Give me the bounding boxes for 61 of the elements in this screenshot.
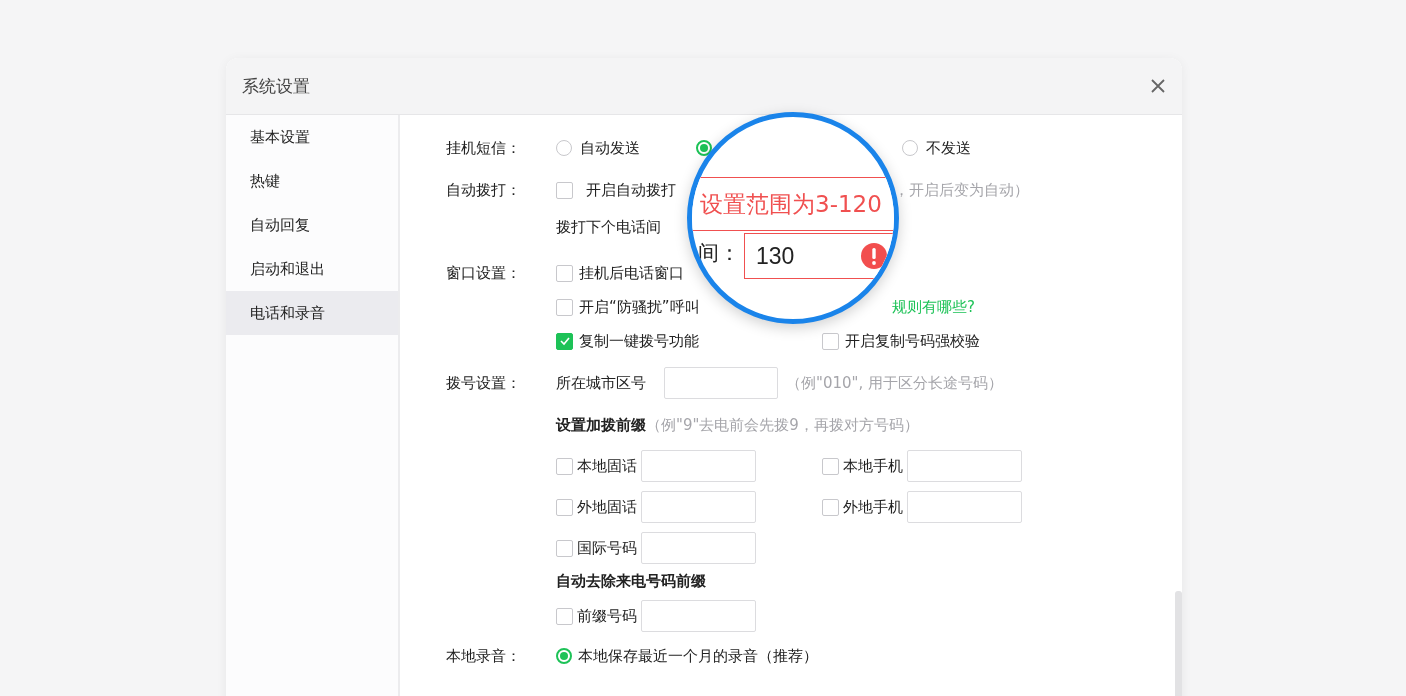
radio-button[interactable] — [556, 648, 572, 664]
scrollbar[interactable] — [1175, 591, 1182, 696]
prefix-field[interactable] — [907, 450, 1022, 482]
section-title: 自动去除来电号码前缀 — [556, 571, 706, 591]
section-title: 设置加拨前缀 — [556, 415, 646, 435]
error-icon — [861, 243, 887, 269]
checkbox[interactable] — [556, 181, 573, 199]
field-label: 窗口设置： — [446, 263, 522, 283]
field-label: 挂机短信： — [446, 138, 522, 158]
checkbox-label: 国际号码 — [577, 538, 637, 558]
radio-label: 不发送 — [926, 138, 971, 158]
checkbox[interactable] — [556, 457, 573, 475]
checkbox[interactable] — [822, 498, 839, 516]
prefix-field[interactable] — [907, 491, 1022, 523]
checkbox-label: 本地固话 — [577, 456, 637, 476]
prefix-field[interactable] — [641, 450, 756, 482]
sidebar-item[interactable]: 自动回复 — [226, 203, 398, 247]
checkbox-label: 开启自动拨打 — [586, 180, 676, 200]
checkbox[interactable] — [556, 264, 573, 282]
close-icon[interactable] — [1150, 78, 1166, 94]
interval-label: 拨打下个电话间 — [556, 217, 661, 237]
checkbox[interactable] — [822, 457, 839, 475]
prefix-field[interactable] — [641, 600, 756, 632]
checkbox[interactable] — [556, 298, 573, 316]
prefix-field[interactable] — [641, 532, 756, 564]
field-label: 本地录音： — [446, 646, 522, 666]
check-icon — [558, 335, 571, 347]
checkbox[interactable] — [556, 498, 573, 516]
checkbox-label: 挂机后电话窗口 — [579, 263, 684, 283]
field-label: 拨号设置： — [446, 373, 522, 393]
sidebar-item[interactable]: 热键 — [226, 159, 398, 203]
checkbox[interactable] — [556, 539, 573, 557]
checkbox-label: 本地手机 — [843, 456, 903, 476]
checkbox[interactable] — [556, 332, 573, 350]
radio-button[interactable] — [556, 140, 572, 156]
checkbox-label: 复制一键拨号功能 — [579, 331, 699, 351]
error-message: 设置范围为3-120 — [700, 189, 882, 219]
sidebar-item[interactable]: 电话和录音 — [226, 291, 398, 335]
field-label: 自动拨打： — [446, 180, 522, 200]
hint-text: （例"010", 用于区分长途号码） — [786, 373, 1003, 393]
checkbox-label: 开启“防骚扰”呼叫 — [579, 297, 700, 317]
interval-field[interactable]: 130 — [744, 233, 894, 279]
area-code-label: 所在城市区号 — [556, 373, 646, 393]
checkbox[interactable] — [822, 332, 839, 350]
area-code-field[interactable] — [664, 367, 778, 399]
checkbox-label: 外地固话 — [577, 497, 637, 517]
checkbox-label: 开启复制号码强校验 — [845, 331, 980, 351]
hint-text: ，开启后变为自动） — [894, 180, 1029, 200]
radio-button[interactable] — [696, 140, 712, 156]
interval-label: 间： — [698, 240, 740, 267]
sidebar-item[interactable]: 基本设置 — [226, 115, 398, 159]
radio-button[interactable] — [902, 140, 918, 156]
sidebar-item[interactable]: 启动和退出 — [226, 247, 398, 291]
prefix-field[interactable] — [641, 491, 756, 523]
checkbox[interactable] — [556, 607, 573, 625]
checkbox-label: 前缀号码 — [577, 606, 637, 626]
radio-label: 本地保存最近一个月的录音（推荐） — [578, 646, 818, 666]
radio-label: 自动发送 — [580, 138, 640, 158]
checkbox-label: 外地手机 — [843, 497, 903, 517]
hint-text: （例"9"去电前会先拨9，再拨对方号码） — [646, 415, 919, 435]
window-title: 系统设置 — [242, 74, 310, 98]
